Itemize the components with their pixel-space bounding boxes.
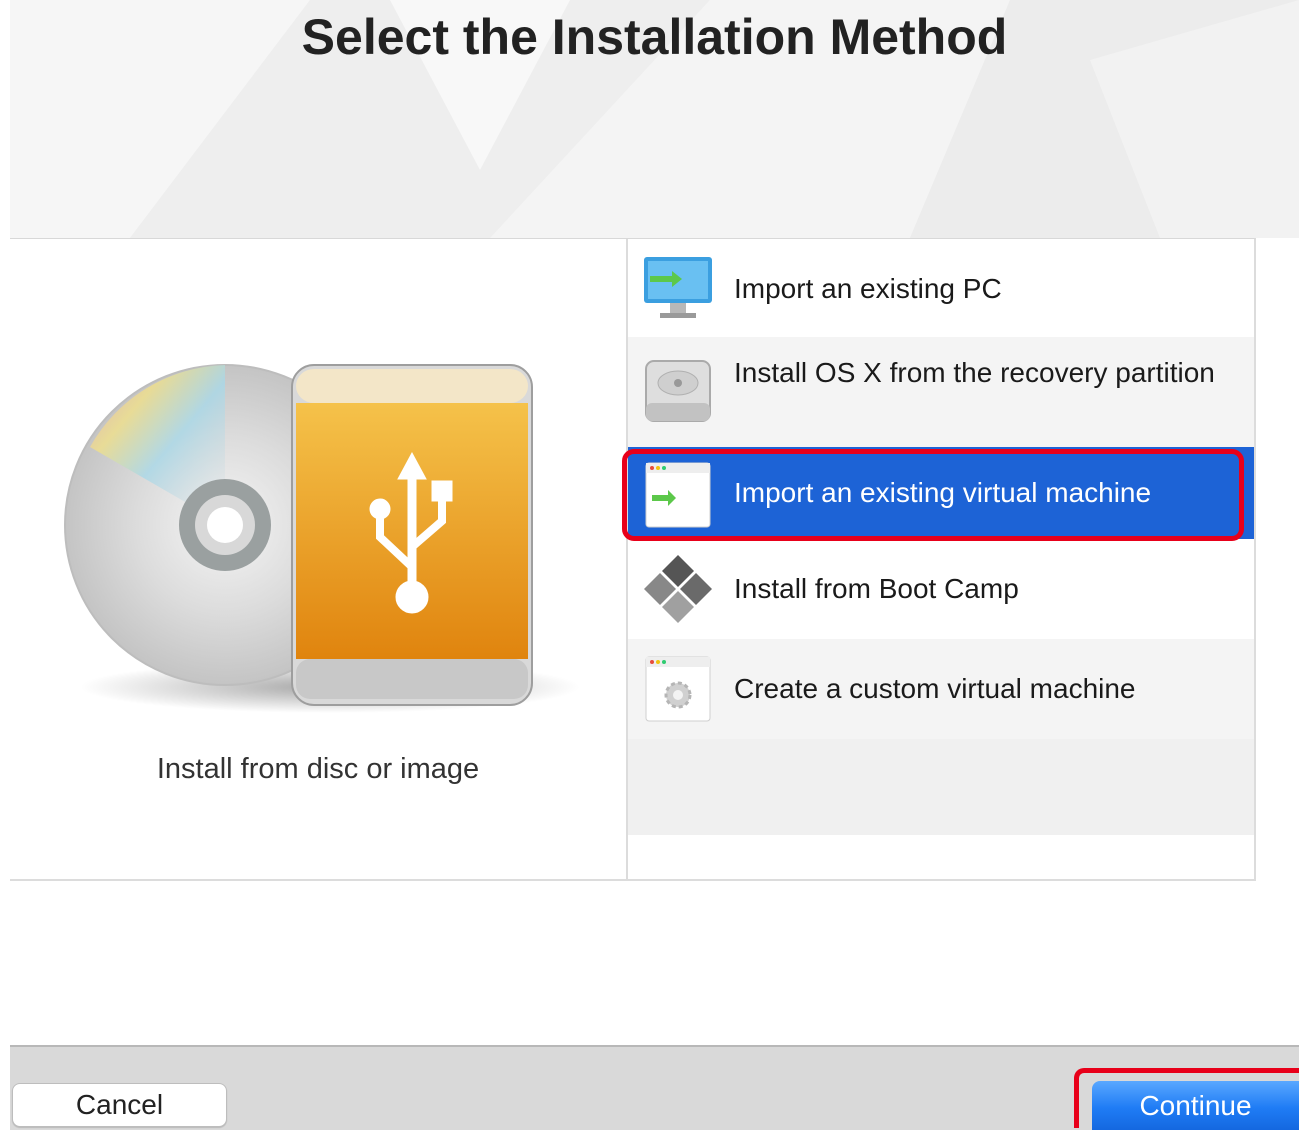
- installation-options-list: Import an existing PC Install OS X from …: [628, 239, 1254, 879]
- option-import-existing-vm[interactable]: Import an existing virtual machine: [628, 447, 1254, 539]
- install-from-disc-label: Install from disc or image: [156, 753, 480, 785]
- option-label: Install OS X from the recovery partition: [734, 357, 1215, 388]
- bootcamp-diamond-icon: [644, 555, 712, 623]
- disc-usb-icon: [64, 364, 580, 713]
- footer-bar: Cancel Continue: [10, 1045, 1299, 1130]
- continue-button[interactable]: Continue: [1092, 1081, 1299, 1130]
- hard-drive-icon: [645, 360, 711, 422]
- option-install-from-boot-camp[interactable]: Install from Boot Camp: [628, 539, 1254, 639]
- option-import-existing-pc[interactable]: Import an existing PC: [628, 239, 1254, 337]
- window-gear-icon: [645, 656, 711, 722]
- option-label: Create a custom virtual machine: [734, 673, 1136, 704]
- install-from-disc-option[interactable]: Install from disc or image: [10, 239, 628, 879]
- header-banner: Select the Installation Method: [10, 0, 1299, 238]
- page-title: Select the Installation Method: [301, 9, 1008, 65]
- empty-list-row: [628, 739, 1254, 835]
- option-label: Import an existing PC: [734, 273, 1002, 304]
- option-create-custom-vm[interactable]: Create a custom virtual machine: [628, 639, 1254, 739]
- option-label: Install from Boot Camp: [734, 573, 1019, 604]
- installation-method-panel: Install from disc or image Import an exi…: [10, 238, 1256, 881]
- monitor-import-icon: [644, 257, 712, 318]
- option-install-from-recovery[interactable]: Install OS X from the recovery partition: [628, 337, 1254, 447]
- window-import-icon: [645, 462, 711, 528]
- cancel-button[interactable]: Cancel: [12, 1083, 227, 1127]
- option-label: Import an existing virtual machine: [734, 477, 1152, 508]
